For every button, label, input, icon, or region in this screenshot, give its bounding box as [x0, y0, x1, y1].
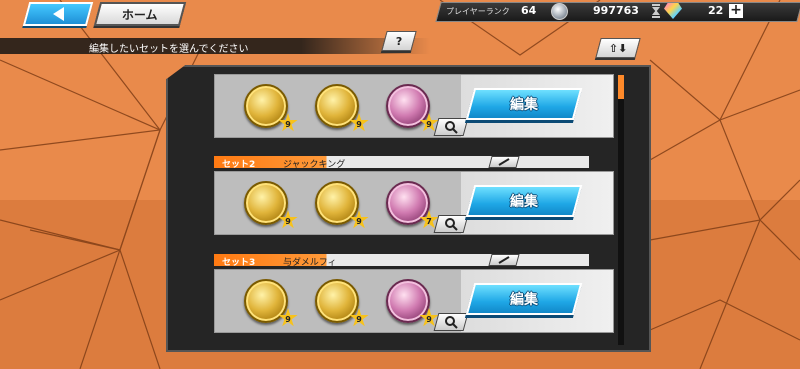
edit-set-button[interactable]: 編集	[465, 88, 583, 120]
help-label: ?	[395, 34, 403, 48]
player-rank-label: プレイヤーランク	[446, 7, 510, 16]
player-rank-value: 64	[521, 4, 537, 17]
set-header	[214, 254, 589, 266]
back-arrow-icon	[52, 7, 64, 21]
home-button-label: ホーム	[122, 7, 158, 22]
help-button[interactable]: ?	[381, 31, 417, 51]
pencil-icon	[498, 256, 510, 264]
set-name: ジャックキング	[283, 160, 346, 170]
rename-set-button[interactable]	[488, 254, 520, 266]
rename-set-button[interactable]	[488, 156, 520, 168]
instruction-text: 編集したいセットを選んでください	[89, 44, 249, 55]
view-details-button[interactable]	[433, 215, 469, 233]
edit-button-label: 編集	[510, 292, 538, 308]
edit-button-label: 編集	[510, 97, 538, 113]
hourglass-icon	[652, 4, 660, 18]
set-number-label: セット2	[222, 160, 256, 170]
coin-icon	[551, 3, 568, 20]
set-header	[214, 156, 589, 168]
home-button[interactable]: ホーム	[93, 2, 187, 26]
magnifier-icon	[445, 121, 458, 134]
coin-count: 997763	[593, 4, 639, 17]
magnifier-icon	[445, 218, 458, 231]
view-details-button[interactable]	[433, 118, 469, 136]
view-details-button[interactable]	[433, 313, 469, 331]
add-gems-button[interactable]: +	[729, 3, 743, 18]
back-button[interactable]	[22, 2, 94, 26]
edit-set-button[interactable]: 編集	[465, 185, 583, 217]
gem-count: 22	[708, 4, 724, 17]
set-number-label: セット3	[222, 258, 256, 268]
edit-set-button[interactable]: 編集	[465, 283, 583, 315]
scrollbar-track[interactable]	[618, 75, 624, 345]
scrollbar-thumb[interactable]	[618, 75, 624, 99]
sort-button[interactable]: ⇧⬇	[595, 38, 641, 58]
edit-button-label: 編集	[510, 194, 538, 210]
magnifier-icon	[445, 316, 458, 329]
pencil-icon	[498, 158, 510, 166]
set-name: 与ダメルフィ	[283, 258, 337, 268]
sort-label: ⇧⬇	[608, 41, 628, 55]
